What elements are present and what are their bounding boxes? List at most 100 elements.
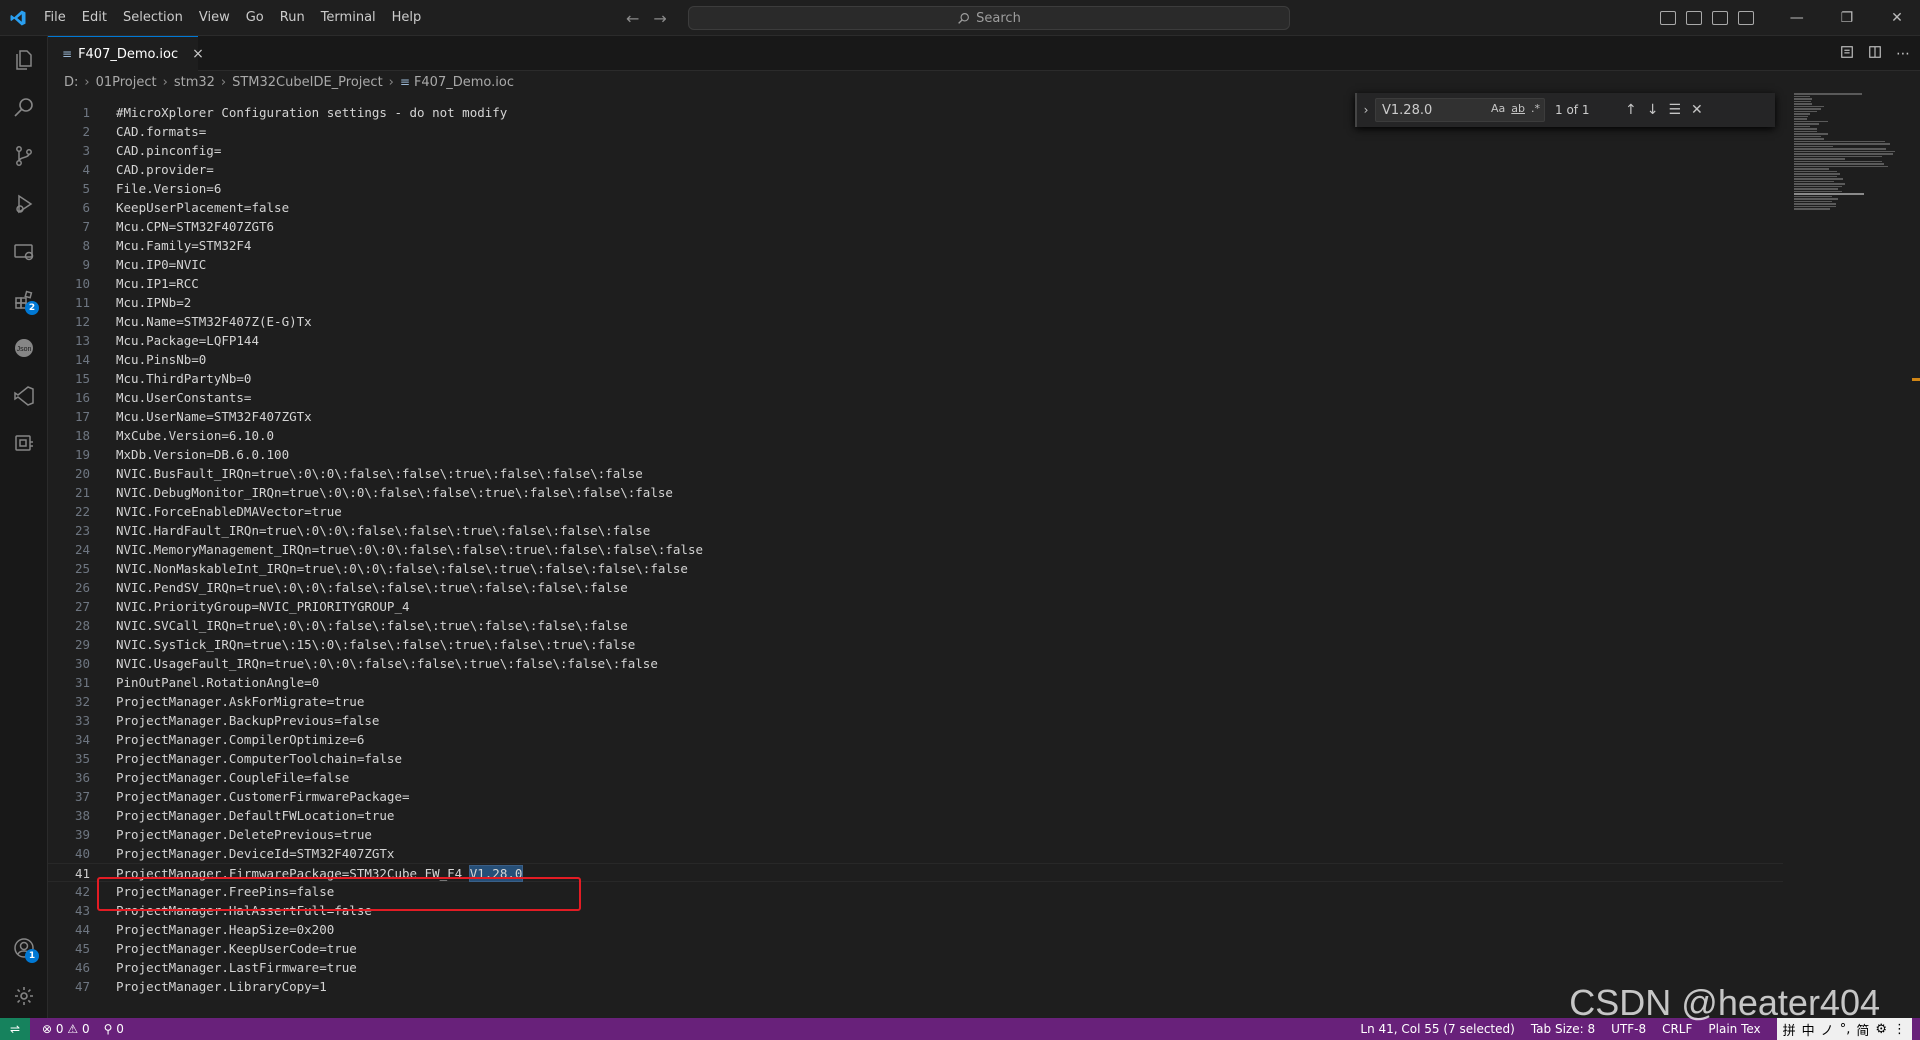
code-line[interactable]: 9 Mcu.IP0=NVIC — [48, 255, 1783, 274]
use-regex-toggle[interactable]: .* — [1531, 102, 1540, 115]
code-line[interactable]: 15 Mcu.ThirdPartyNb=0 — [48, 369, 1783, 388]
line-number[interactable]: 11 — [48, 293, 90, 312]
encoding[interactable]: UTF-8 — [1611, 1022, 1646, 1036]
menu-help[interactable]: Help — [384, 0, 430, 36]
run-and-debug-icon[interactable] — [0, 180, 48, 228]
menu-go[interactable]: Go — [238, 0, 272, 36]
cursor-position[interactable]: Ln 41, Col 55 (7 selected) — [1360, 1022, 1514, 1036]
code-line[interactable]: 44 ProjectManager.HeapSize=0x200 — [48, 920, 1783, 939]
line-number[interactable]: 14 — [48, 350, 90, 369]
problems-indicator[interactable]: ⊗ 0 ⚠ 0 — [42, 1022, 90, 1036]
code-line[interactable]: 37 ProjectManager.CustomerFirmwarePackage… — [48, 787, 1783, 806]
line-number[interactable]: 40 — [48, 844, 90, 863]
split-editor-icon[interactable] — [1868, 45, 1882, 63]
close-window-icon[interactable]: ✕ — [1874, 0, 1920, 36]
end-of-line[interactable]: CRLF — [1662, 1022, 1692, 1036]
source-control-icon[interactable] — [0, 132, 48, 180]
line-number[interactable]: 21 — [48, 483, 90, 502]
line-number[interactable]: 28 — [48, 616, 90, 635]
code-line[interactable]: 16 Mcu.UserConstants= — [48, 388, 1783, 407]
line-number[interactable]: 27 — [48, 597, 90, 616]
command-center-search[interactable]: Search — [688, 6, 1290, 30]
line-number[interactable]: 41 — [48, 864, 90, 883]
toggle-secondary-sidebar-icon[interactable] — [1711, 11, 1728, 25]
code-line[interactable]: 25 NVIC.NonMaskableInt_IRQn=true\:0\:0\:f… — [48, 559, 1783, 578]
code-line[interactable]: 24 NVIC.MemoryManagement_IRQn=true\:0\:0\… — [48, 540, 1783, 559]
code-line[interactable]: 40 ProjectManager.DeviceId=STM32F407ZGTx — [48, 844, 1783, 863]
line-number[interactable]: 47 — [48, 977, 90, 996]
code-line[interactable]: 33 ProjectManager.BackupPrevious=false — [48, 711, 1783, 730]
line-number[interactable]: 23 — [48, 521, 90, 540]
code-line[interactable]: 4 CAD.provider= — [48, 160, 1783, 179]
accounts-icon[interactable]: 1 — [0, 924, 48, 972]
breadcrumb-drive[interactable]: D: — [64, 75, 78, 90]
explorer-icon[interactable] — [0, 36, 48, 84]
line-number[interactable]: 7 — [48, 217, 90, 236]
code-line[interactable]: 28 NVIC.SVCall_IRQn=true\:0\:0\:false\:fa… — [48, 616, 1783, 635]
back-arrow-icon[interactable]: ← — [626, 9, 639, 28]
menu-file[interactable]: File — [36, 0, 74, 36]
line-number[interactable]: 10 — [48, 274, 90, 293]
breadcrumb-01project[interactable]: 01Project — [96, 75, 157, 90]
code-line[interactable]: 23 NVIC.HardFault_IRQn=true\:0\:0\:false\… — [48, 521, 1783, 540]
next-match-arrow-down-icon[interactable]: ↓ — [1647, 102, 1659, 118]
breadcrumb-stm32[interactable]: stm32 — [174, 75, 215, 90]
remote-explorer-icon[interactable] — [0, 228, 48, 276]
forward-arrow-icon[interactable]: → — [653, 9, 666, 28]
toggle-primary-sidebar-icon[interactable] — [1659, 11, 1676, 25]
menu-edit[interactable]: Edit — [74, 0, 115, 36]
find-in-selection-icon[interactable]: ☰ — [1668, 102, 1681, 118]
line-number[interactable]: 18 — [48, 426, 90, 445]
code-line[interactable]: 11 Mcu.IPNb=2 — [48, 293, 1783, 312]
line-number[interactable]: 1 — [48, 103, 90, 122]
code-line[interactable]: 39 ProjectManager.DeletePrevious=true — [48, 825, 1783, 844]
line-number[interactable]: 34 — [48, 730, 90, 749]
close-icon[interactable]: × — [192, 46, 204, 62]
line-number[interactable]: 42 — [48, 882, 90, 901]
menu-view[interactable]: View — [191, 0, 238, 36]
line-number[interactable]: 30 — [48, 654, 90, 673]
code-line[interactable]: 29 NVIC.SysTick_IRQn=true\:15\:0\:false\:… — [48, 635, 1783, 654]
code-line[interactable]: 36 ProjectManager.CoupleFile=false — [48, 768, 1783, 787]
code-line[interactable]: 22 NVIC.ForceEnableDMAVector=true — [48, 502, 1783, 521]
line-number[interactable]: 24 — [48, 540, 90, 559]
restore-icon[interactable]: ❐ — [1824, 0, 1870, 36]
code-line[interactable]: 20 NVIC.BusFault_IRQn=true\:0\:0\:false\:… — [48, 464, 1783, 483]
line-number[interactable]: 46 — [48, 958, 90, 977]
line-number[interactable]: 25 — [48, 559, 90, 578]
manage-gear-icon[interactable] — [0, 972, 48, 1020]
code-line[interactable]: 7 Mcu.CPN=STM32F407ZGT6 — [48, 217, 1783, 236]
line-number[interactable]: 33 — [48, 711, 90, 730]
language-mode[interactable]: Plain Tex — [1708, 1022, 1760, 1036]
code-line[interactable]: 8 Mcu.Family=STM32F4 — [48, 236, 1783, 255]
vscode-logo-icon[interactable] — [0, 0, 36, 36]
code-line[interactable]: 13 Mcu.Package=LQFP144 — [48, 331, 1783, 350]
line-number[interactable]: 12 — [48, 312, 90, 331]
line-number[interactable]: 38 — [48, 806, 90, 825]
code-line[interactable]: 38 ProjectManager.DefaultFWLocation=true — [48, 806, 1783, 825]
code-line[interactable]: 18 MxCube.Version=6.10.0 — [48, 426, 1783, 445]
line-number[interactable]: 2 — [48, 122, 90, 141]
line-number[interactable]: 45 — [48, 939, 90, 958]
code-line[interactable]: 30 NVIC.UsageFault_IRQn=true\:0\:0\:false… — [48, 654, 1783, 673]
close-find-icon[interactable]: ✕ — [1691, 102, 1703, 118]
visual-studio-icon[interactable] — [0, 372, 48, 420]
line-number[interactable]: 20 — [48, 464, 90, 483]
line-number[interactable]: 17 — [48, 407, 90, 426]
tab-f407-demo-ioc[interactable]: ≡ F407_Demo.ioc × — [48, 36, 204, 71]
line-number[interactable]: 8 — [48, 236, 90, 255]
toggle-replace-chevron-icon[interactable]: › — [1357, 103, 1375, 117]
line-number[interactable]: 13 — [48, 331, 90, 350]
breadcrumb-project-folder[interactable]: STM32CubeIDE_Project — [232, 75, 383, 90]
line-number[interactable]: 26 — [48, 578, 90, 597]
ports-indicator[interactable]: ⚲ 0 — [104, 1022, 124, 1036]
code-line[interactable]: 14 Mcu.PinsNb=0 — [48, 350, 1783, 369]
code-line[interactable]: 31 PinOutPanel.RotationAngle=0 — [48, 673, 1783, 692]
code-line[interactable]: 5 File.Version=6 — [48, 179, 1783, 198]
minimize-icon[interactable]: — — [1774, 0, 1820, 36]
menu-selection[interactable]: Selection — [115, 0, 191, 36]
line-number[interactable]: 9 — [48, 255, 90, 274]
line-number[interactable]: 44 — [48, 920, 90, 939]
line-number[interactable]: 6 — [48, 198, 90, 217]
search-view-icon[interactable] — [0, 84, 48, 132]
